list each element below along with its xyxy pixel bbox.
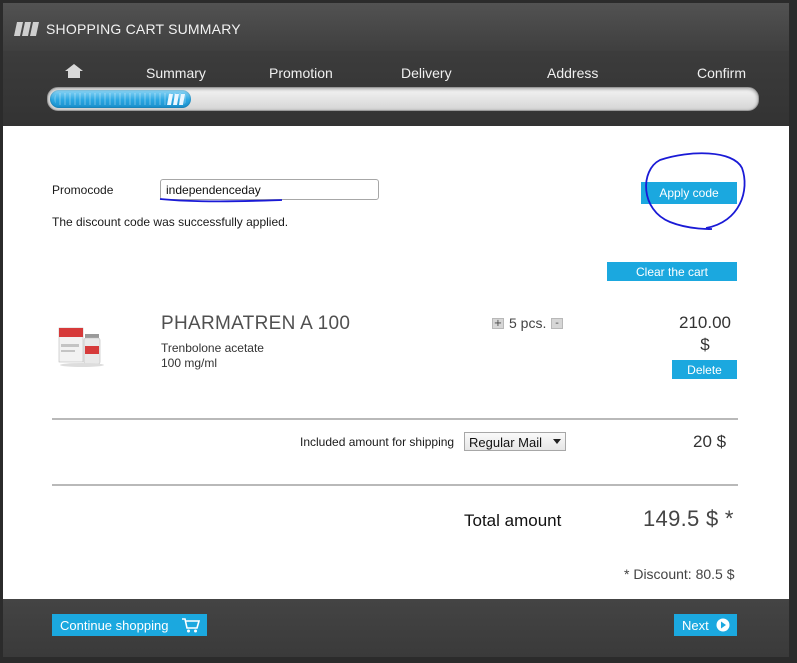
- header: SHOPPING CART SUMMARY Summary Promotion …: [3, 3, 789, 126]
- shipping-cost: 20 $: [693, 432, 727, 451]
- promo-success-message: The discount code was successfully appli…: [52, 215, 289, 229]
- home-icon[interactable]: [64, 63, 84, 79]
- item-price: 210.00: [679, 313, 731, 332]
- product-image: [58, 327, 104, 367]
- item-price-currency: $: [700, 335, 710, 354]
- promocode-input[interactable]: [160, 179, 379, 200]
- progress-logo-icon: [167, 94, 185, 105]
- discount-note: * Discount: 80.5 $: [624, 566, 735, 582]
- progress-fill: [50, 90, 191, 108]
- promocode-label: Promocode: [52, 183, 114, 197]
- divider: [52, 484, 738, 486]
- step-promotion[interactable]: Promotion: [269, 65, 333, 81]
- apply-code-button[interactable]: Apply code: [641, 182, 737, 204]
- footer: Continue shopping Next: [3, 599, 789, 657]
- product-name: PHARMATREN A 100: [161, 313, 351, 334]
- step-address[interactable]: Address: [547, 65, 598, 81]
- next-label: Next: [682, 617, 709, 633]
- continue-shopping-label: Continue shopping: [60, 617, 169, 633]
- shipping-method-value: Regular Mail: [469, 435, 542, 450]
- shipping-label: Included amount for shipping: [300, 435, 455, 449]
- checkout-progress-bar: [47, 87, 759, 111]
- logo-icon: [14, 22, 39, 36]
- chevron-down-icon: [553, 439, 561, 444]
- page-title: SHOPPING CART SUMMARY: [46, 21, 241, 37]
- cart-window: SHOPPING CART SUMMARY Summary Promotion …: [3, 3, 789, 657]
- step-summary[interactable]: Summary: [146, 65, 206, 81]
- arrow-right-circle-icon: [716, 618, 730, 632]
- total-amount-label: Total amount: [464, 511, 562, 530]
- delete-item-button[interactable]: Delete: [672, 360, 737, 379]
- divider: [52, 418, 738, 420]
- step-delivery[interactable]: Delivery: [401, 65, 452, 81]
- quantity-decrease-button[interactable]: -: [551, 318, 563, 329]
- title-bar: SHOPPING CART SUMMARY: [3, 3, 789, 51]
- total-amount-value: 149.5 $ *: [643, 506, 734, 531]
- step-confirm[interactable]: Confirm: [697, 65, 746, 81]
- next-button[interactable]: Next: [674, 614, 737, 636]
- product-concentration: 100 mg/ml: [161, 356, 218, 370]
- quantity-increase-button[interactable]: +: [492, 318, 504, 329]
- clear-cart-button[interactable]: Clear the cart: [607, 262, 737, 281]
- shipping-method-select[interactable]: Regular Mail: [464, 432, 566, 451]
- cart-content: Promocode The discount code was successf…: [3, 126, 789, 599]
- cart-icon: [182, 618, 201, 633]
- continue-shopping-button[interactable]: Continue shopping: [52, 614, 207, 636]
- product-substance: Trenbolone acetate: [161, 341, 264, 355]
- quantity-value: 5 pcs.: [509, 315, 547, 331]
